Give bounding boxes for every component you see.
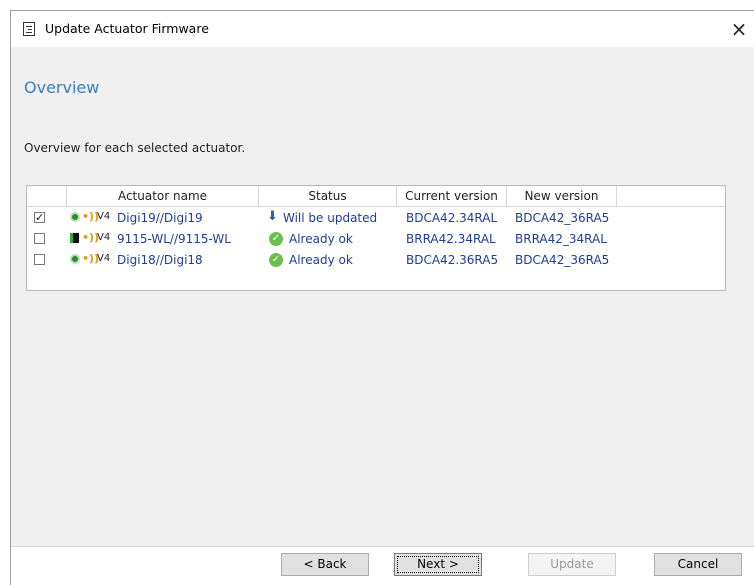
check-circle-icon: ✓ (269, 253, 283, 267)
header-area (11, 47, 754, 101)
actuator-name: Digi19//Digi19 (117, 211, 203, 225)
header-new-version[interactable]: New version (507, 186, 617, 206)
cancel-button[interactable]: Cancel (654, 553, 742, 576)
current-version: BDCA42.36RA5 (406, 253, 499, 267)
table-row[interactable]: ✓ •)) V4 Digi19//Digi19 ⬇ Will be update… (27, 207, 725, 229)
row-checkbox[interactable]: ✓ (34, 212, 45, 223)
page-description: Overview for each selected actuator. (24, 141, 246, 155)
header-checkbox-col (27, 186, 67, 206)
actuator-name: Digi18//Digi18 (117, 253, 203, 267)
back-button[interactable]: < Back (281, 553, 369, 576)
update-button[interactable]: Update (528, 553, 616, 576)
table-header: Actuator name Status Current version New… (27, 186, 725, 207)
version-badge: V4 (97, 232, 111, 243)
row-checkbox[interactable] (34, 254, 45, 265)
title-bar: Update Actuator Firmware × (11, 11, 754, 47)
download-arrow-icon: ⬇ (267, 209, 278, 224)
version-badge: V4 (97, 211, 111, 222)
next-button[interactable]: Next > (394, 553, 482, 576)
row-checkbox[interactable] (34, 233, 45, 244)
current-version: BDCA42.34RAL (406, 211, 498, 225)
page-title: Overview (24, 78, 100, 97)
new-version: BDCA42_36RA5 (515, 253, 610, 267)
header-current-version[interactable]: Current version (397, 186, 507, 206)
new-version: BRRA42_34RAL (515, 232, 607, 246)
footer-bar (11, 546, 754, 585)
app-icon (23, 22, 35, 36)
black-square-icon (70, 233, 79, 243)
check-circle-icon: ✓ (269, 232, 283, 246)
table-row[interactable]: •)) V4 9115-WL//9115-WL ✓ Already ok BRR… (27, 228, 725, 250)
status-text: Already ok (289, 232, 353, 246)
table-row[interactable]: •)) V4 Digi18//Digi18 ✓ Already ok BDCA4… (27, 249, 725, 271)
green-dot-icon (70, 254, 80, 264)
window-title: Update Actuator Firmware (45, 21, 209, 36)
content-area (11, 101, 754, 547)
dialog-window: Update Actuator Firmware × (10, 10, 754, 585)
status-text: Already ok (289, 253, 353, 267)
current-version: BRRA42.34RAL (406, 232, 496, 246)
header-actuator-name[interactable]: Actuator name (67, 186, 259, 206)
status-text: Will be updated (283, 211, 378, 225)
actuator-name: 9115-WL//9115-WL (117, 232, 231, 246)
new-version: BDCA42_36RA5 (515, 211, 610, 225)
green-dot-icon (70, 212, 80, 222)
actuator-table: Actuator name Status Current version New… (26, 185, 726, 291)
header-status[interactable]: Status (259, 186, 397, 206)
version-badge: V4 (97, 253, 111, 264)
close-icon[interactable]: × (724, 15, 754, 43)
